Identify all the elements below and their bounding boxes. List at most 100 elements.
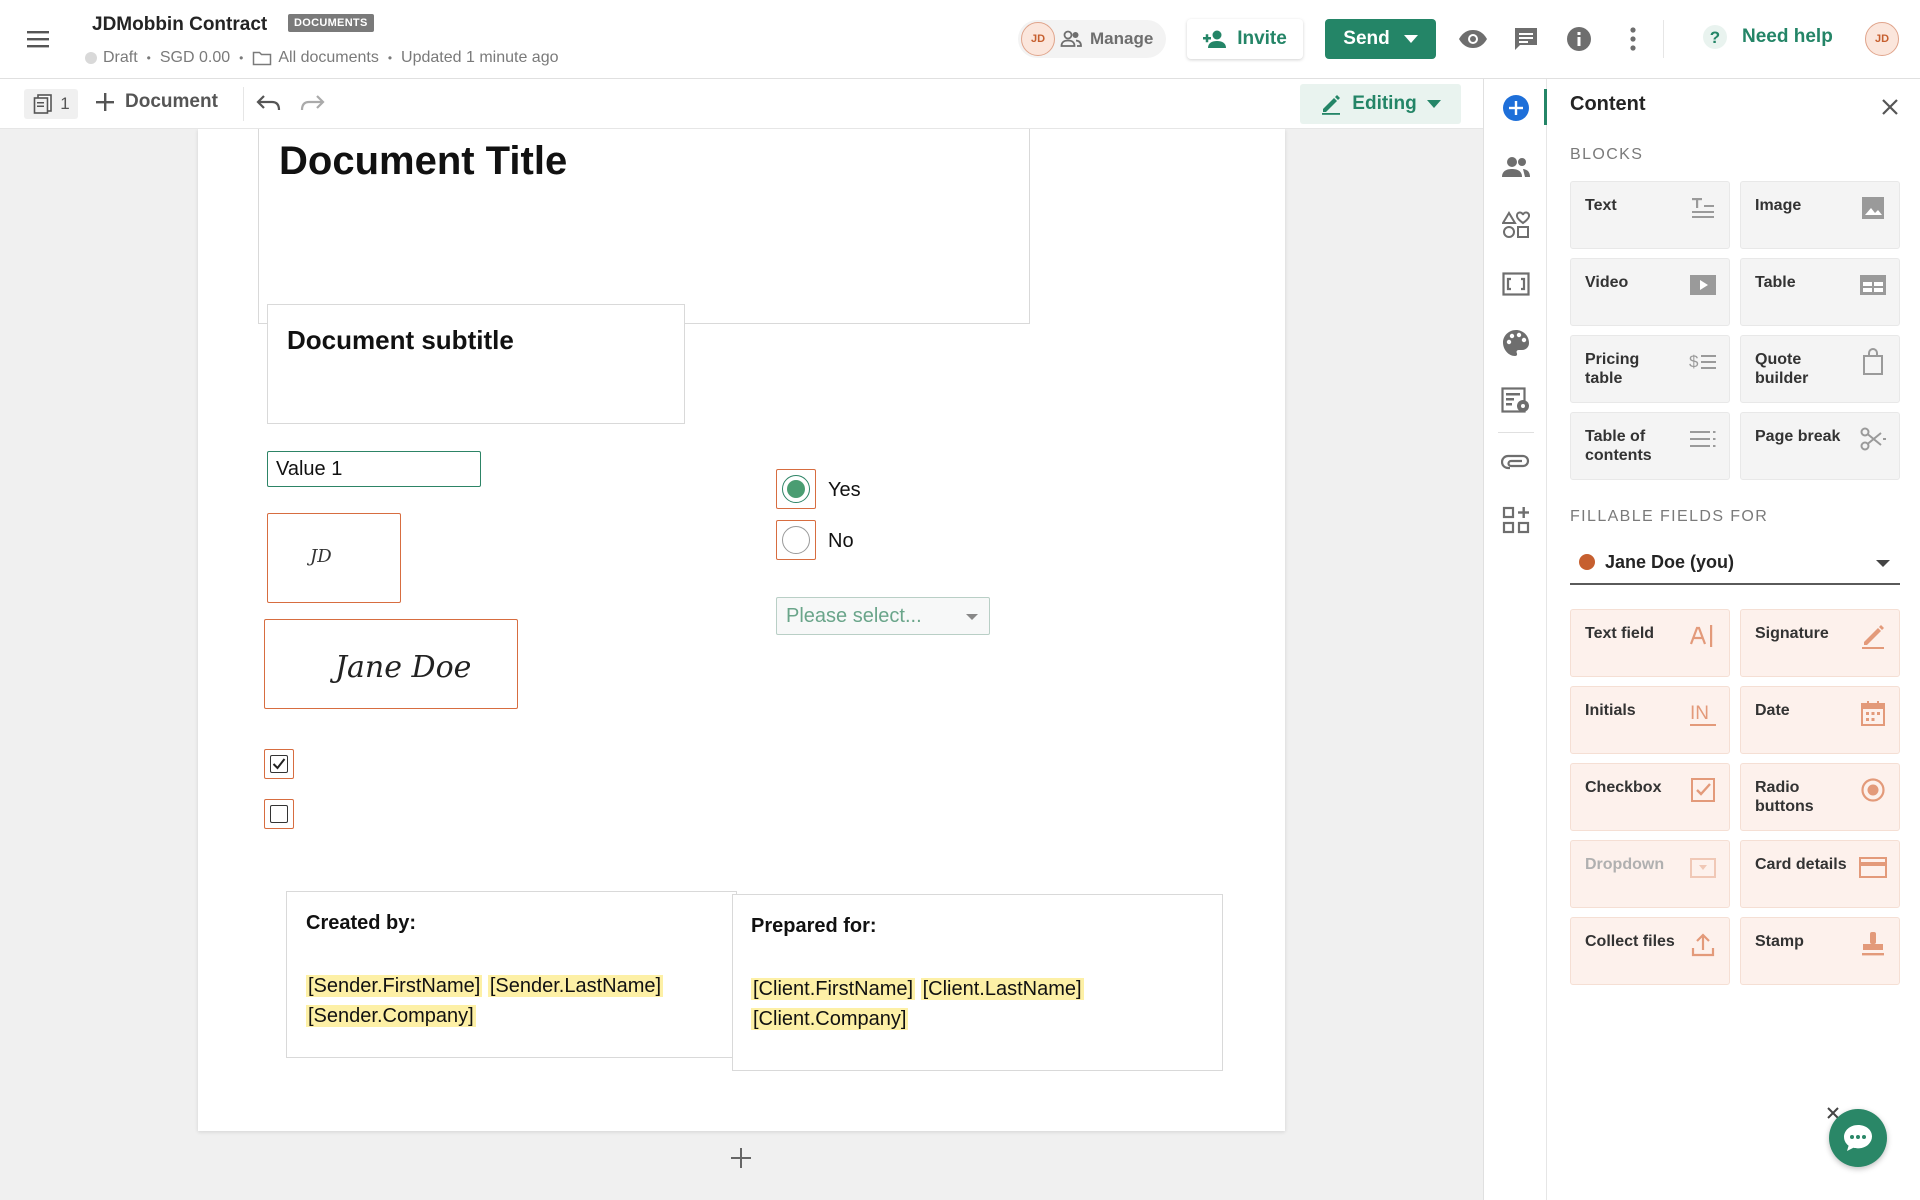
document-meta: Draft • SGD 0.00 • All documents • Updat…	[85, 49, 559, 67]
quote-builder-icon	[1863, 348, 1883, 375]
pricing-table-icon: $	[1689, 352, 1716, 371]
folder-link[interactable]: All documents	[278, 49, 379, 67]
text-block-icon	[1692, 198, 1714, 218]
client-first-name-variable[interactable]: [Client.FirstName]	[751, 978, 916, 1000]
recipients-icon[interactable]	[1501, 152, 1531, 182]
variables-icon[interactable]	[1501, 269, 1531, 299]
info-icon[interactable]	[1564, 24, 1594, 54]
radio-option-yes[interactable]	[776, 469, 816, 509]
add-document-button[interactable]: Document	[95, 91, 218, 113]
field-tile-date[interactable]: Date	[1740, 686, 1900, 754]
attachment-icon[interactable]	[1501, 447, 1531, 477]
signature-field[interactable]: Jane Doe	[264, 619, 518, 709]
prepared-for-block[interactable]: Prepared for: [Client.FirstName] [Client…	[732, 894, 1223, 1071]
client-last-name-variable[interactable]: [Client.LastName]	[920, 978, 1084, 1000]
prepared-for-heading: Prepared for:	[751, 915, 877, 937]
document-name[interactable]: JDMobbin Contract	[92, 14, 267, 36]
editing-mode-dropdown[interactable]: Editing	[1300, 84, 1461, 124]
pencil-icon	[1322, 95, 1341, 115]
block-tile-label: Table	[1755, 274, 1796, 291]
text-field[interactable]: Value 1	[267, 451, 481, 487]
menu-icon[interactable]	[24, 26, 54, 52]
chevron-down-icon	[1403, 35, 1418, 43]
block-tile-table-of-contents[interactable]: Table of contents	[1570, 412, 1730, 480]
apps-icon[interactable]	[1501, 505, 1531, 535]
subtitle-block[interactable]: Document subtitle	[267, 304, 685, 424]
send-label: Send	[1343, 28, 1390, 49]
eye-icon[interactable]	[1458, 24, 1488, 54]
checkbox-checked[interactable]	[264, 749, 294, 779]
table-block-icon	[1860, 275, 1886, 295]
field-tile-label: Initials	[1585, 702, 1636, 719]
field-tile-label: Card details	[1755, 856, 1847, 873]
user-avatar[interactable]: JD	[1865, 22, 1899, 56]
document-title[interactable]: Document Title	[279, 139, 567, 184]
block-tile-label: Video	[1585, 274, 1629, 291]
undo-icon[interactable]	[255, 91, 283, 115]
help-link[interactable]: ? Need help	[1702, 24, 1833, 50]
send-button[interactable]: Send	[1325, 19, 1436, 59]
title-block[interactable]: Document Title	[258, 129, 1030, 324]
field-tile-collect-files[interactable]: Collect files	[1570, 917, 1730, 985]
chevron-down-icon	[1426, 100, 1441, 108]
field-tile-dropdown[interactable]: Dropdown	[1570, 840, 1730, 908]
checkbox-unchecked[interactable]	[264, 799, 294, 829]
field-tile-label: Collect files	[1585, 933, 1675, 950]
toolbar-divider	[243, 87, 244, 121]
field-tile-checkbox[interactable]: Checkbox	[1570, 763, 1730, 831]
field-tile-signature[interactable]: Signature	[1740, 609, 1900, 677]
radio-option-no[interactable]	[776, 520, 816, 560]
field-tile-label: Radio buttons	[1755, 779, 1814, 815]
block-tile-text[interactable]: Text	[1570, 181, 1730, 249]
sender-first-name-variable[interactable]: [Sender.FirstName]	[306, 975, 483, 997]
pages-button[interactable]: 1	[24, 89, 78, 119]
manage-button[interactable]: Manage	[1060, 22, 1153, 56]
initials-icon: IN	[1690, 703, 1716, 726]
help-label: Need help	[1742, 26, 1833, 47]
block-tile-image[interactable]: Image	[1740, 181, 1900, 249]
chevron-down-icon	[966, 614, 978, 620]
sender-company-variable[interactable]: [Sender.Company]	[306, 1005, 476, 1027]
add-content-icon[interactable]	[1501, 93, 1531, 123]
field-tile-card-details[interactable]: Card details	[1740, 840, 1900, 908]
block-tile-page-break[interactable]: Page break	[1740, 412, 1900, 480]
field-tile-text-field[interactable]: Text field	[1570, 609, 1730, 677]
block-tile-quote-builder[interactable]: Quote builder	[1740, 335, 1900, 403]
field-tile-stamp[interactable]: Stamp	[1740, 917, 1900, 985]
sender-last-name-variable[interactable]: [Sender.LastName]	[487, 975, 664, 997]
block-tile-video[interactable]: Video	[1570, 258, 1730, 326]
created-by-heading: Created by:	[306, 912, 417, 934]
add-person-icon	[1203, 30, 1227, 48]
document-subtitle[interactable]: Document subtitle	[287, 325, 514, 356]
block-tile-label: Quote builder	[1755, 351, 1809, 387]
document-type-badge: DOCUMENTS	[288, 14, 374, 32]
theme-palette-icon[interactable]	[1501, 328, 1531, 358]
more-vertical-icon[interactable]	[1618, 24, 1648, 54]
recipient-dropdown[interactable]: Jane Doe (you)	[1570, 541, 1900, 585]
chat-support-button[interactable]	[1829, 1109, 1887, 1167]
block-tile-table[interactable]: Table	[1740, 258, 1900, 326]
field-tile-initials[interactable]: Initials IN	[1570, 686, 1730, 754]
stamp-icon	[1862, 932, 1884, 956]
check-icon	[272, 758, 286, 770]
close-icon[interactable]	[1878, 95, 1902, 119]
radio-label-yes: Yes	[828, 479, 861, 501]
client-company-variable[interactable]: [Client.Company]	[751, 1008, 909, 1030]
svg-text:IN: IN	[1690, 703, 1709, 724]
header-divider	[1663, 20, 1664, 58]
avatar[interactable]: JD	[1021, 22, 1055, 56]
add-document-label: Document	[125, 91, 218, 112]
comment-icon[interactable]	[1511, 24, 1541, 54]
workflow-icon[interactable]	[1501, 386, 1531, 416]
block-tile-pricing-table[interactable]: Pricing table $	[1570, 335, 1730, 403]
redo-icon[interactable]	[298, 91, 326, 115]
dropdown-field[interactable]: Please select...	[776, 597, 990, 635]
field-tile-radio-buttons[interactable]: Radio buttons	[1740, 763, 1900, 831]
invite-button[interactable]: Invite	[1187, 19, 1303, 59]
add-block-plus-icon[interactable]	[730, 1147, 752, 1169]
created-by-block[interactable]: Created by: [Sender.FirstName] [Sender.L…	[286, 891, 737, 1058]
initials-value: JD	[310, 546, 332, 567]
design-elements-icon[interactable]	[1501, 210, 1531, 240]
initials-field[interactable]: JD	[267, 513, 401, 603]
block-tile-label: Pricing table	[1585, 351, 1640, 387]
